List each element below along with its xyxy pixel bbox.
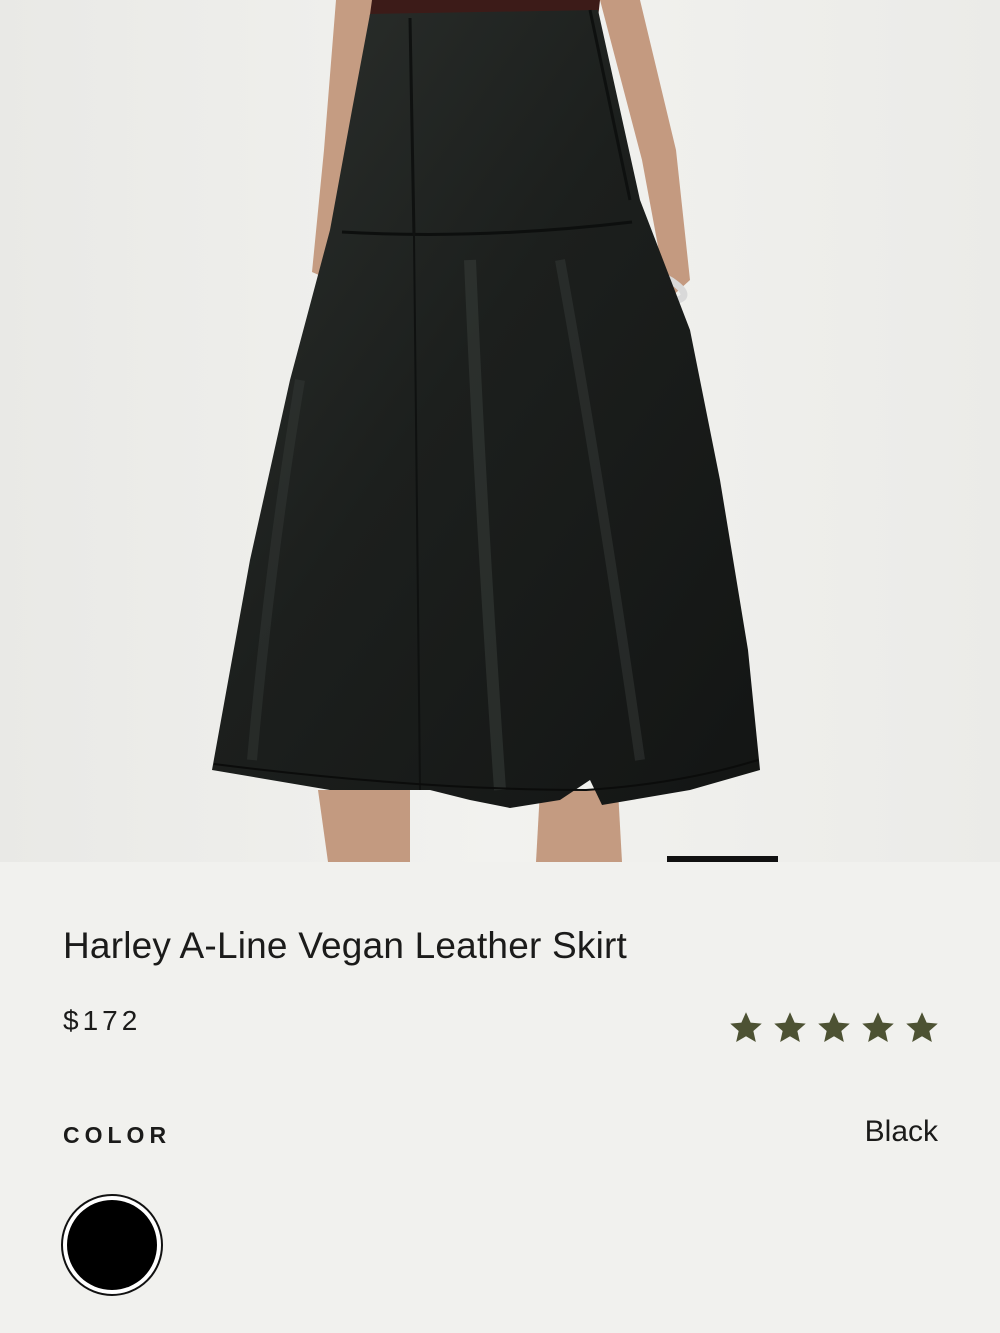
product-image[interactable] (0, 0, 1000, 862)
swatch-fill (67, 1200, 157, 1290)
product-title: Harley A-Line Vegan Leather Skirt (63, 925, 627, 966)
gallery-progress-indicator (667, 856, 778, 862)
star-icon (862, 1012, 894, 1042)
star-icon (818, 1012, 850, 1042)
selected-color-name: Black (864, 1115, 938, 1148)
color-label: COLOR (63, 1122, 172, 1148)
color-swatch-black[interactable] (61, 1194, 163, 1296)
star-icon (774, 1012, 806, 1042)
star-icon (906, 1012, 938, 1042)
skirt-photo (0, 0, 1000, 862)
product-price: $172 (63, 1005, 142, 1036)
rating-stars[interactable] (728, 1010, 940, 1046)
gallery-progress-bar (0, 856, 1000, 862)
star-icon (730, 1012, 762, 1042)
